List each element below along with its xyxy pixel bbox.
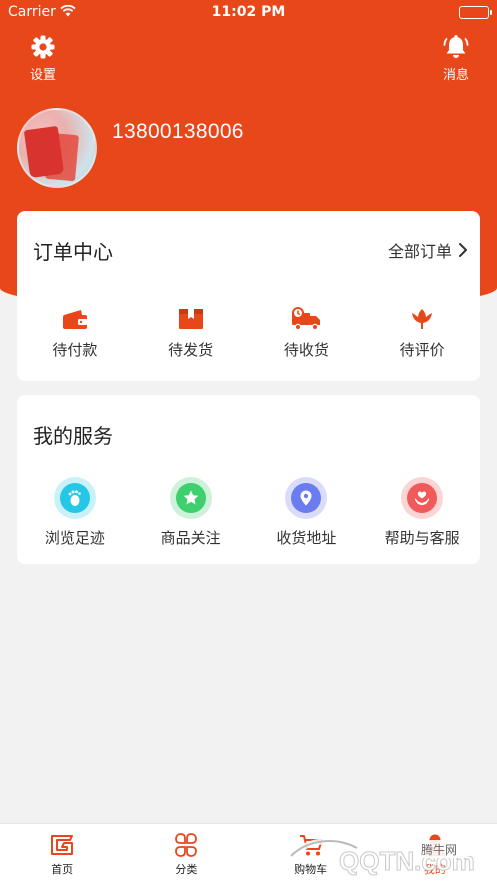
service-item-label: 商品关注 bbox=[160, 529, 221, 547]
order-item-label: 待发货 bbox=[168, 341, 214, 359]
order-item-label: 待评价 bbox=[399, 341, 445, 359]
messages-button[interactable]: 消息 bbox=[426, 34, 486, 83]
star-icon bbox=[183, 490, 199, 505]
tab-home[interactable]: 首页 bbox=[0, 824, 124, 883]
package-icon bbox=[178, 309, 203, 329]
service-item-label: 收货地址 bbox=[276, 529, 337, 547]
watermark-text: 腾牛网 bbox=[421, 842, 457, 857]
order-center-title: 订单中心 bbox=[33, 240, 113, 264]
watermark: QQTN.com 腾牛网 bbox=[288, 838, 475, 877]
all-orders-label: 全部订单 bbox=[387, 242, 452, 261]
tab-label: 首页 bbox=[51, 863, 74, 876]
order-item-label: 待收货 bbox=[283, 341, 329, 359]
category-icon bbox=[175, 833, 198, 857]
settings-button[interactable]: 设置 bbox=[13, 34, 73, 83]
service-item-label: 浏览足迹 bbox=[44, 529, 105, 547]
messages-label: 消息 bbox=[442, 68, 469, 83]
wallet-icon bbox=[62, 310, 87, 329]
home-logo-icon bbox=[51, 835, 74, 855]
order-pending-receipt[interactable]: 待收货 bbox=[249, 307, 365, 360]
location-icon bbox=[300, 490, 312, 506]
footprint-icon bbox=[68, 490, 81, 506]
status-bar: Carrier 11:02 PM bbox=[0, 0, 497, 26]
heart-hands-icon bbox=[415, 491, 430, 506]
order-pending-review[interactable]: 待评价 bbox=[364, 307, 480, 360]
my-services-title: 我的服务 bbox=[33, 424, 113, 448]
service-favorites[interactable]: 商品关注 bbox=[133, 477, 249, 548]
service-help-support[interactable]: 帮助与客服 bbox=[364, 477, 480, 548]
service-addresses[interactable]: 收货地址 bbox=[249, 477, 365, 548]
order-pending-payment[interactable]: 待付款 bbox=[17, 307, 133, 360]
truck-icon bbox=[292, 307, 321, 331]
chevron-right-icon bbox=[459, 243, 467, 257]
order-center-card: 订单中心 全部订单 待付款 待发货 待收货 待评价 bbox=[17, 211, 480, 381]
clock: 11:02 PM bbox=[211, 4, 286, 20]
user-phone: 13800138006 bbox=[112, 120, 244, 143]
tab-label: 分类 bbox=[175, 863, 198, 876]
settings-label: 设置 bbox=[29, 68, 56, 83]
battery-icon bbox=[459, 6, 492, 19]
order-pending-shipment[interactable]: 待发货 bbox=[133, 307, 249, 360]
service-browse-history[interactable]: 浏览足迹 bbox=[17, 477, 133, 548]
my-services-card: 我的服务 浏览足迹 商品关注 收货地址 帮助与客服 bbox=[17, 395, 480, 564]
bell-icon bbox=[443, 35, 469, 58]
flower-icon bbox=[412, 309, 433, 329]
all-orders-link[interactable]: 全部订单 bbox=[388, 238, 468, 262]
gear-icon bbox=[31, 35, 55, 59]
avatar[interactable] bbox=[17, 108, 97, 188]
order-item-label: 待付款 bbox=[52, 341, 98, 359]
service-item-label: 帮助与客服 bbox=[384, 529, 460, 547]
tab-category[interactable]: 分类 bbox=[124, 824, 248, 883]
